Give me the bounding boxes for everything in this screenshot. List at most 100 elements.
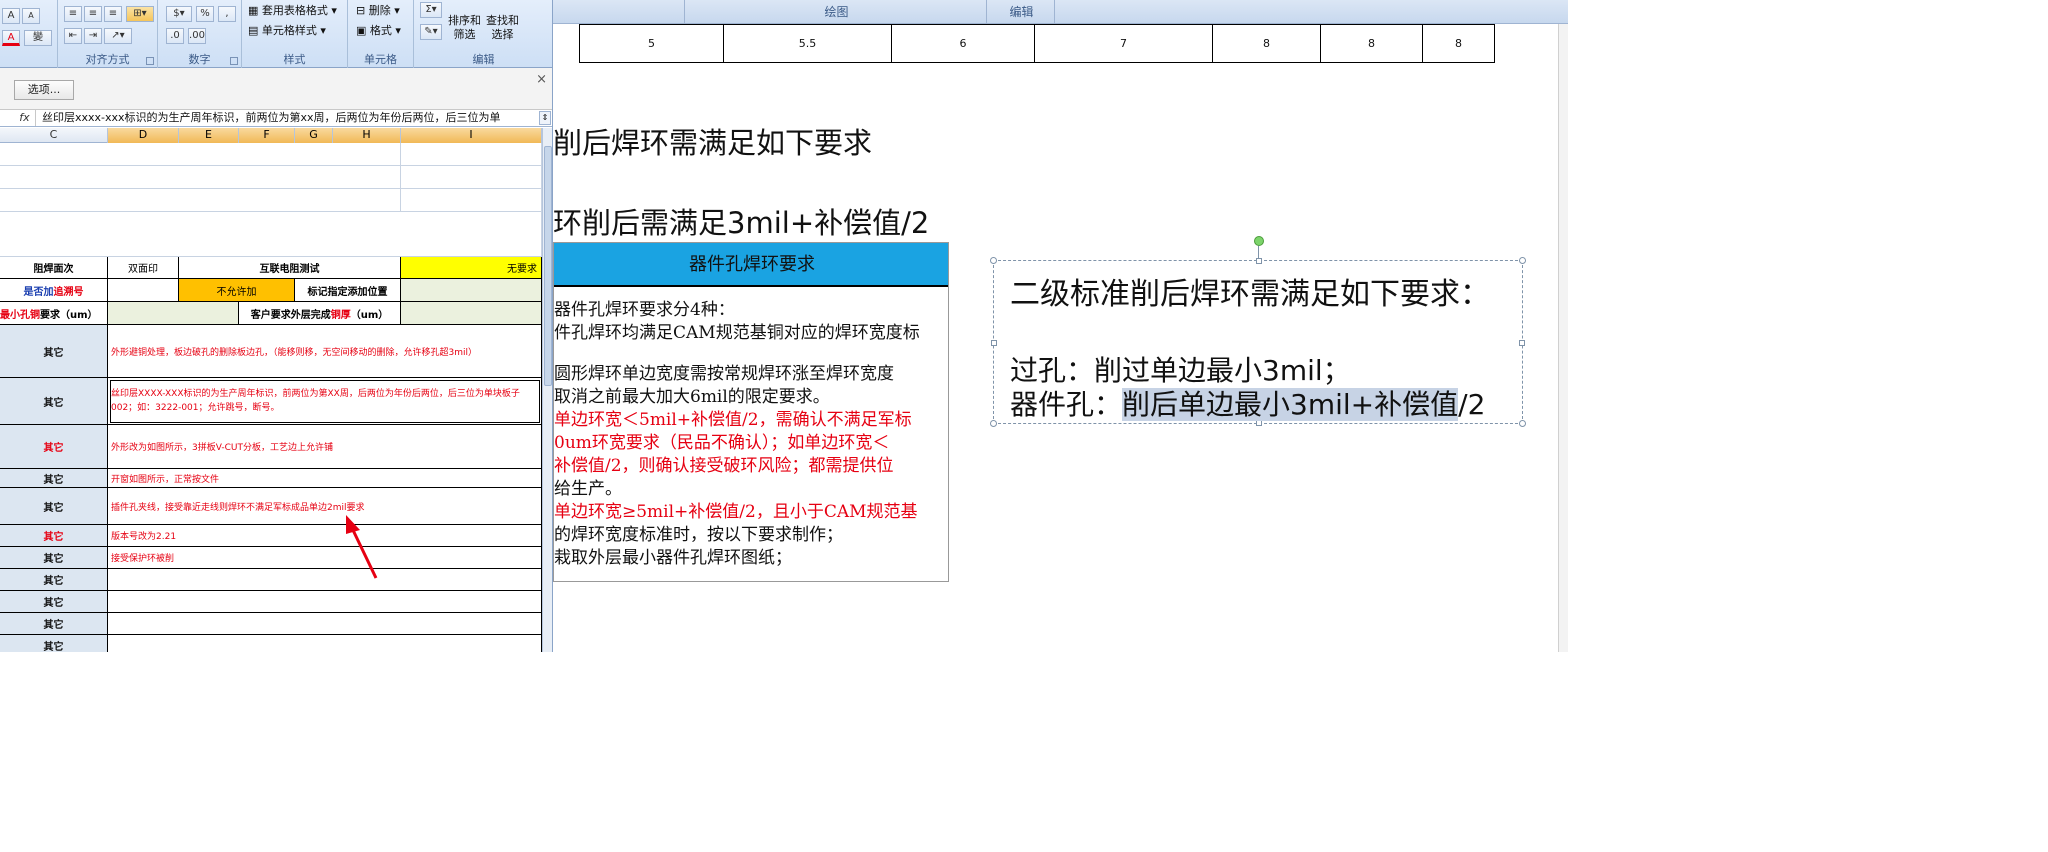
- cell-note-text[interactable]: [108, 569, 542, 591]
- number-launcher-icon[interactable]: [230, 57, 238, 65]
- heading-2[interactable]: 环削后需满足3mil+补偿值/2: [553, 200, 929, 242]
- increase-indent-icon[interactable]: ⇥: [84, 28, 102, 44]
- column-header-c[interactable]: C: [0, 128, 108, 143]
- decrease-decimal-icon[interactable]: .00: [188, 28, 206, 44]
- pasted-image[interactable]: 器件孔焊环要求 器件孔焊环要求分4种： 件孔焊环均满足CAM规范基铜对应的焊环宽度…: [553, 242, 949, 582]
- shrink-font-icon[interactable]: A: [22, 8, 40, 24]
- cell-note-label[interactable]: 其它: [0, 569, 108, 591]
- cell[interactable]: [401, 166, 542, 189]
- column-header-e[interactable]: E: [179, 128, 239, 143]
- cell-note-text-selected[interactable]: 丝印层XXXX-XXX标识的为生产周年标识，前两位为第XX周，后两位为年份后两位…: [108, 378, 542, 425]
- currency-icon[interactable]: $▾: [166, 6, 192, 22]
- resize-handle[interactable]: [990, 257, 997, 264]
- cell-note-text[interactable]: [108, 591, 542, 613]
- cell-note-text[interactable]: 外形避铜处理，板边破孔的删除板边孔，（能移则移，无空间移动的删除，允许移孔超3m…: [108, 325, 542, 378]
- autosum-icon[interactable]: Σ▾: [420, 2, 442, 18]
- cell-mark-position[interactable]: 标记指定添加位置: [295, 279, 401, 302]
- cell-note-text[interactable]: 开窗如图所示，正常按文件: [108, 469, 542, 488]
- align-right-icon[interactable]: ≡: [104, 6, 122, 22]
- delete-cells-button[interactable]: ⊟ 删除 ▾: [356, 2, 400, 20]
- align-center-icon[interactable]: ≡: [84, 6, 102, 22]
- cell-note-label[interactable]: 其它: [0, 613, 108, 635]
- column-header-g[interactable]: G: [295, 128, 333, 143]
- alignment-launcher-icon[interactable]: [146, 57, 154, 65]
- cell-note-label[interactable]: 其它: [0, 525, 108, 547]
- cell-note-text[interactable]: [108, 613, 542, 635]
- textbox-line-1[interactable]: 二级标准削后焊环需满足如下要求：: [1010, 269, 1490, 313]
- cell-note-label[interactable]: 其它: [0, 378, 108, 425]
- format-cells-button[interactable]: ▣ 格式 ▾: [356, 22, 401, 40]
- cell-note-label[interactable]: 其它: [0, 488, 108, 525]
- table-cell[interactable]: 8: [1212, 24, 1321, 63]
- format-as-table-button[interactable]: ▦ 套用表格格式 ▾: [248, 2, 337, 20]
- align-left-icon[interactable]: ≡: [64, 6, 82, 22]
- orientation-icon[interactable]: ↗▾: [104, 28, 132, 44]
- cell[interactable]: [0, 143, 401, 166]
- cell-no-requirement[interactable]: 无要求: [401, 257, 542, 279]
- table-cell[interactable]: 7: [1034, 24, 1213, 63]
- resize-handle[interactable]: [990, 420, 997, 427]
- increase-decimal-icon[interactable]: .0: [166, 28, 184, 44]
- cell-note-text[interactable]: 外形改为如图所示，3拼板V-CUT分板，工艺边上允许铺: [108, 425, 542, 469]
- sort-filter-button[interactable]: 排序和 筛选: [448, 14, 481, 41]
- cell[interactable]: [0, 212, 542, 257]
- cell-note-label[interactable]: 其它: [0, 469, 108, 488]
- excel-vertical-scrollbar[interactable]: [542, 128, 552, 652]
- resize-handle[interactable]: [1519, 257, 1526, 264]
- cell-note-label[interactable]: 其它: [0, 547, 108, 569]
- cell-note-text[interactable]: 接受保护环被削: [108, 547, 542, 569]
- text-box[interactable]: 二级标准削后焊环需满足如下要求： 过孔：削过单边最小3mil； 器件孔：削后单边…: [990, 257, 1526, 427]
- table-cell[interactable]: 6: [891, 24, 1035, 63]
- grow-font-icon[interactable]: A: [2, 8, 20, 24]
- cell-not-allowed[interactable]: 不允许加: [179, 279, 295, 302]
- close-message-bar-icon[interactable]: ×: [536, 72, 547, 87]
- phonetic-icon[interactable]: 變: [24, 30, 52, 46]
- textbox-selected-text[interactable]: 削后单边最小3mil+补偿值: [1122, 388, 1459, 421]
- worksheet-grid[interactable]: 阻焊面次 双面印 互联电阻测试 无要求 是否加 追溯号 不允许加 标记指定添加位置…: [0, 143, 542, 652]
- column-header-f[interactable]: F: [239, 128, 295, 143]
- find-select-button[interactable]: 查找和 选择: [486, 14, 519, 41]
- cell[interactable]: [0, 166, 401, 189]
- table-cell[interactable]: 8: [1422, 24, 1495, 63]
- cell-interconnect-test[interactable]: 互联电阻测试: [179, 257, 401, 279]
- resize-handle[interactable]: [1519, 420, 1526, 427]
- cell[interactable]: [108, 302, 239, 325]
- formula-input[interactable]: 丝印层xxxx-xxx标识的为生产周年标识，前两位为第xx周，后两位为年份后两位…: [42, 110, 532, 126]
- formula-expand-icon[interactable]: ⇕: [539, 111, 551, 125]
- cell-note-text[interactable]: [108, 635, 542, 652]
- cell[interactable]: [401, 143, 542, 166]
- cell-note-label[interactable]: 其它: [0, 325, 108, 378]
- comma-icon[interactable]: ,: [218, 6, 236, 22]
- cell-note-label[interactable]: 其它: [0, 635, 108, 652]
- cell[interactable]: [401, 279, 542, 302]
- cell-note-label[interactable]: 其它: [0, 591, 108, 613]
- cell-double-side[interactable]: 双面印: [108, 257, 179, 279]
- clear-icon[interactable]: ✎▾: [420, 24, 442, 40]
- document-vertical-scrollbar[interactable]: [1558, 24, 1568, 652]
- rotate-handle-icon[interactable]: [1254, 236, 1264, 246]
- heading-1[interactable]: 削后焊环需满足如下要求: [553, 120, 872, 162]
- resize-handle[interactable]: [1256, 258, 1262, 264]
- cell[interactable]: [108, 279, 179, 302]
- cell-note-label[interactable]: 其它: [0, 425, 108, 469]
- cell-styles-button[interactable]: ▤ 单元格样式 ▾: [248, 22, 326, 40]
- cell[interactable]: [401, 302, 542, 325]
- cell[interactable]: [401, 189, 542, 212]
- font-color-icon[interactable]: A: [2, 30, 20, 46]
- cell-note-text[interactable]: 版本号改为2.21: [108, 525, 542, 547]
- column-header-d[interactable]: D: [108, 128, 179, 143]
- table-cell[interactable]: 8: [1320, 24, 1423, 63]
- cell-min-hole-copper-label[interactable]: 最小孔铜 要求（um）: [0, 302, 108, 325]
- scrollbar-thumb[interactable]: [544, 146, 552, 386]
- table-cell[interactable]: 5.5: [723, 24, 892, 63]
- percent-icon[interactable]: %: [196, 6, 214, 22]
- decrease-indent-icon[interactable]: ⇤: [64, 28, 82, 44]
- textbox-line-3[interactable]: 器件孔：削后单边最小3mil+补偿值/2: [1010, 383, 1485, 423]
- table-cell[interactable]: 5: [579, 24, 724, 63]
- resize-handle[interactable]: [991, 340, 997, 346]
- cell-solder-side-label[interactable]: 阻焊面次: [0, 257, 108, 279]
- insert-function-icon[interactable]: fx: [14, 110, 36, 126]
- cell-note-text[interactable]: 插件孔夹线，接受靠近走线则焊环不满足军标成品单边2mil要求: [108, 488, 542, 525]
- merge-center-icon[interactable]: ⊞▾: [126, 6, 154, 22]
- column-header-i[interactable]: I: [401, 128, 542, 143]
